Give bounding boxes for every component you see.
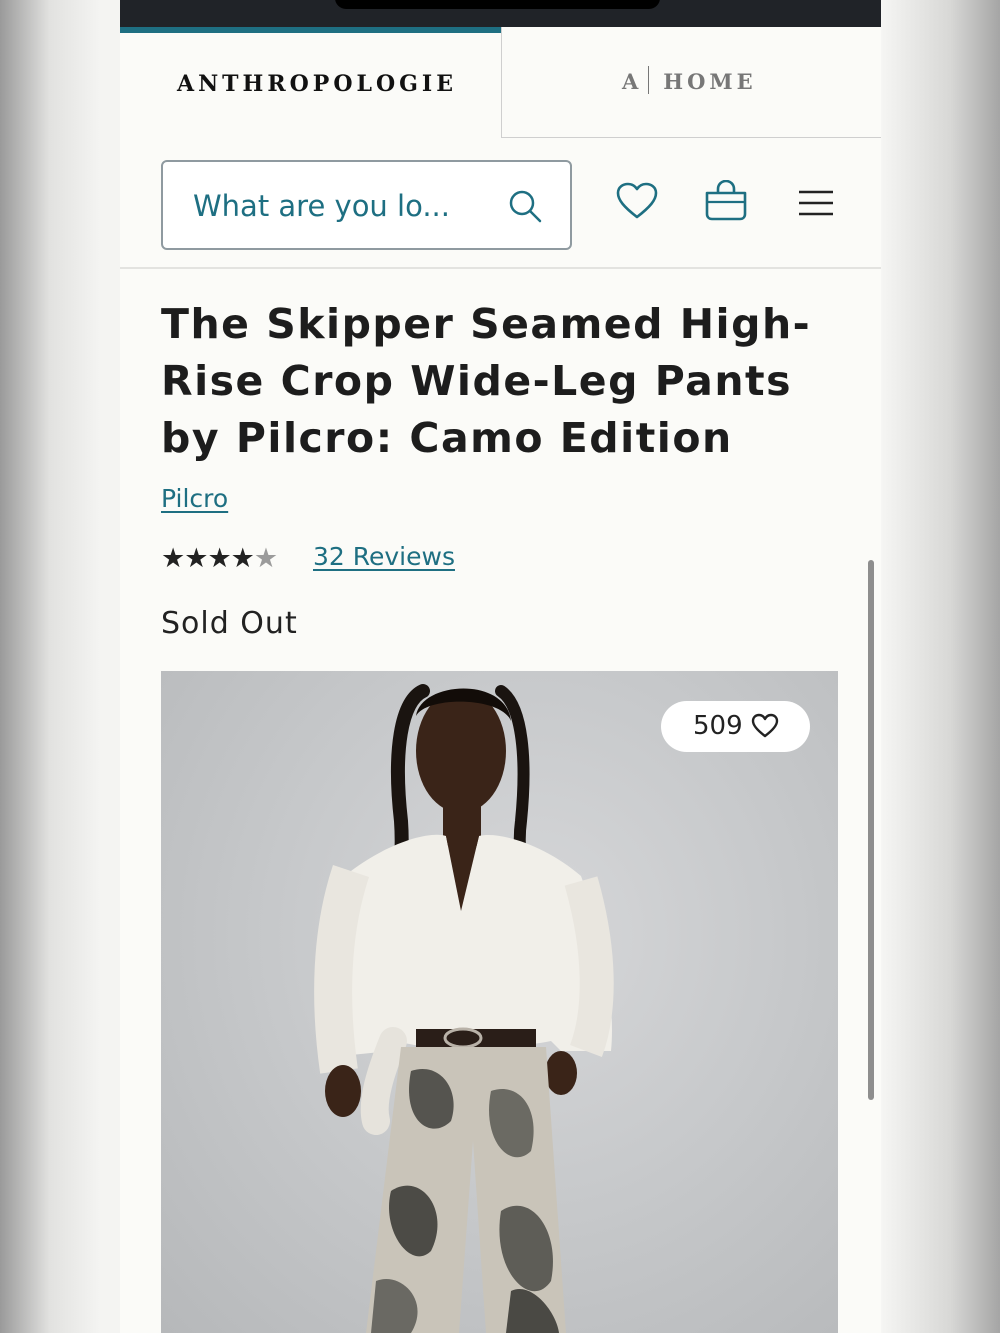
brand-link[interactable]: Pilcro (161, 484, 228, 513)
product-title: The Skipper Seamed High-Rise Crop Wide-L… (161, 300, 812, 462)
header-divider (120, 267, 881, 269)
camera-notch (335, 0, 660, 9)
shopping-bag-icon[interactable] (704, 179, 748, 226)
star-icon: ★ (184, 543, 208, 574)
search-input[interactable] (193, 184, 493, 228)
star-empty-icon: ★ (253, 543, 278, 574)
search-icon[interactable] (507, 188, 543, 228)
star-icon: ★ (207, 543, 231, 574)
brand-tabs: ANTHROPOLOGIE A HOME (120, 27, 881, 138)
status-bar (120, 0, 881, 27)
model-illustration (314, 684, 614, 1333)
tab-anthropologie[interactable]: ANTHROPOLOGIE (120, 27, 501, 138)
likes-button[interactable]: 509 (661, 701, 810, 752)
scrollbar[interactable] (868, 560, 874, 1100)
heart-icon (751, 713, 779, 743)
phone-screen: ANTHROPOLOGIE A HOME What are you lo... … (120, 0, 881, 1333)
home-logo-label: HOME (663, 69, 757, 94)
availability-status: Sold Out (161, 606, 298, 641)
star-icon: ★ (230, 543, 255, 574)
tab-anthropologie-home[interactable]: A HOME (501, 27, 881, 138)
search-box (161, 160, 572, 250)
menu-icon[interactable] (798, 189, 834, 221)
reviews-link[interactable]: 32 Reviews (313, 542, 455, 571)
star-rating: ★★★★★ (161, 543, 278, 574)
anthropologie-logo: ANTHROPOLOGIE (177, 71, 457, 97)
product-image[interactable]: 509 (161, 671, 838, 1333)
logo-separator (648, 66, 650, 94)
likes-count: 509 (693, 711, 743, 741)
home-logo-prefix: A (622, 69, 643, 94)
wishlist-heart-icon[interactable] (616, 182, 658, 224)
home-logo: A HOME (622, 66, 757, 94)
star-icon: ★ (161, 543, 185, 574)
